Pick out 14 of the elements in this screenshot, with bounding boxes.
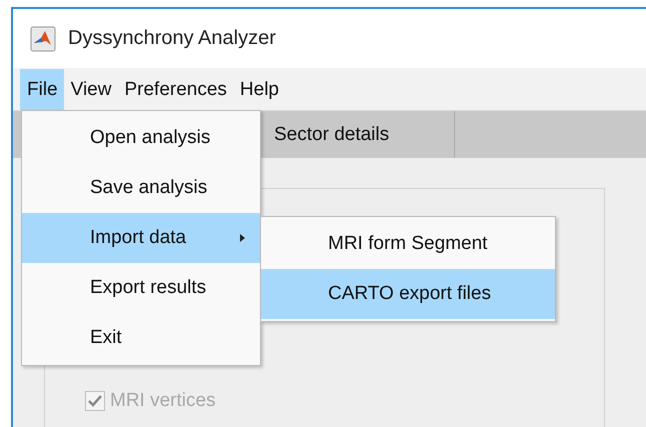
menu-item[interactable]: Preferences: [117, 68, 233, 110]
menu-item[interactable]: View: [64, 68, 118, 110]
menu-item[interactable]: Import data: [22, 213, 260, 263]
menu-item[interactable]: Save analysis: [22, 163, 260, 213]
menu-item[interactable]: Exit: [22, 313, 260, 363]
checkbox-label: MRI vertices: [110, 390, 216, 412]
menu-item[interactable]: MRI form Segment: [261, 219, 555, 269]
window-title: Dyssynchrony Analyzer: [68, 27, 276, 50]
menu-item[interactable]: CARTO export files: [261, 269, 555, 319]
menu-item[interactable]: Help: [232, 68, 285, 110]
menu-item[interactable]: Export results: [22, 263, 260, 313]
app-icon: [30, 26, 56, 52]
menu-item[interactable]: File: [20, 68, 64, 110]
submenu-arrow-icon: [240, 234, 245, 242]
